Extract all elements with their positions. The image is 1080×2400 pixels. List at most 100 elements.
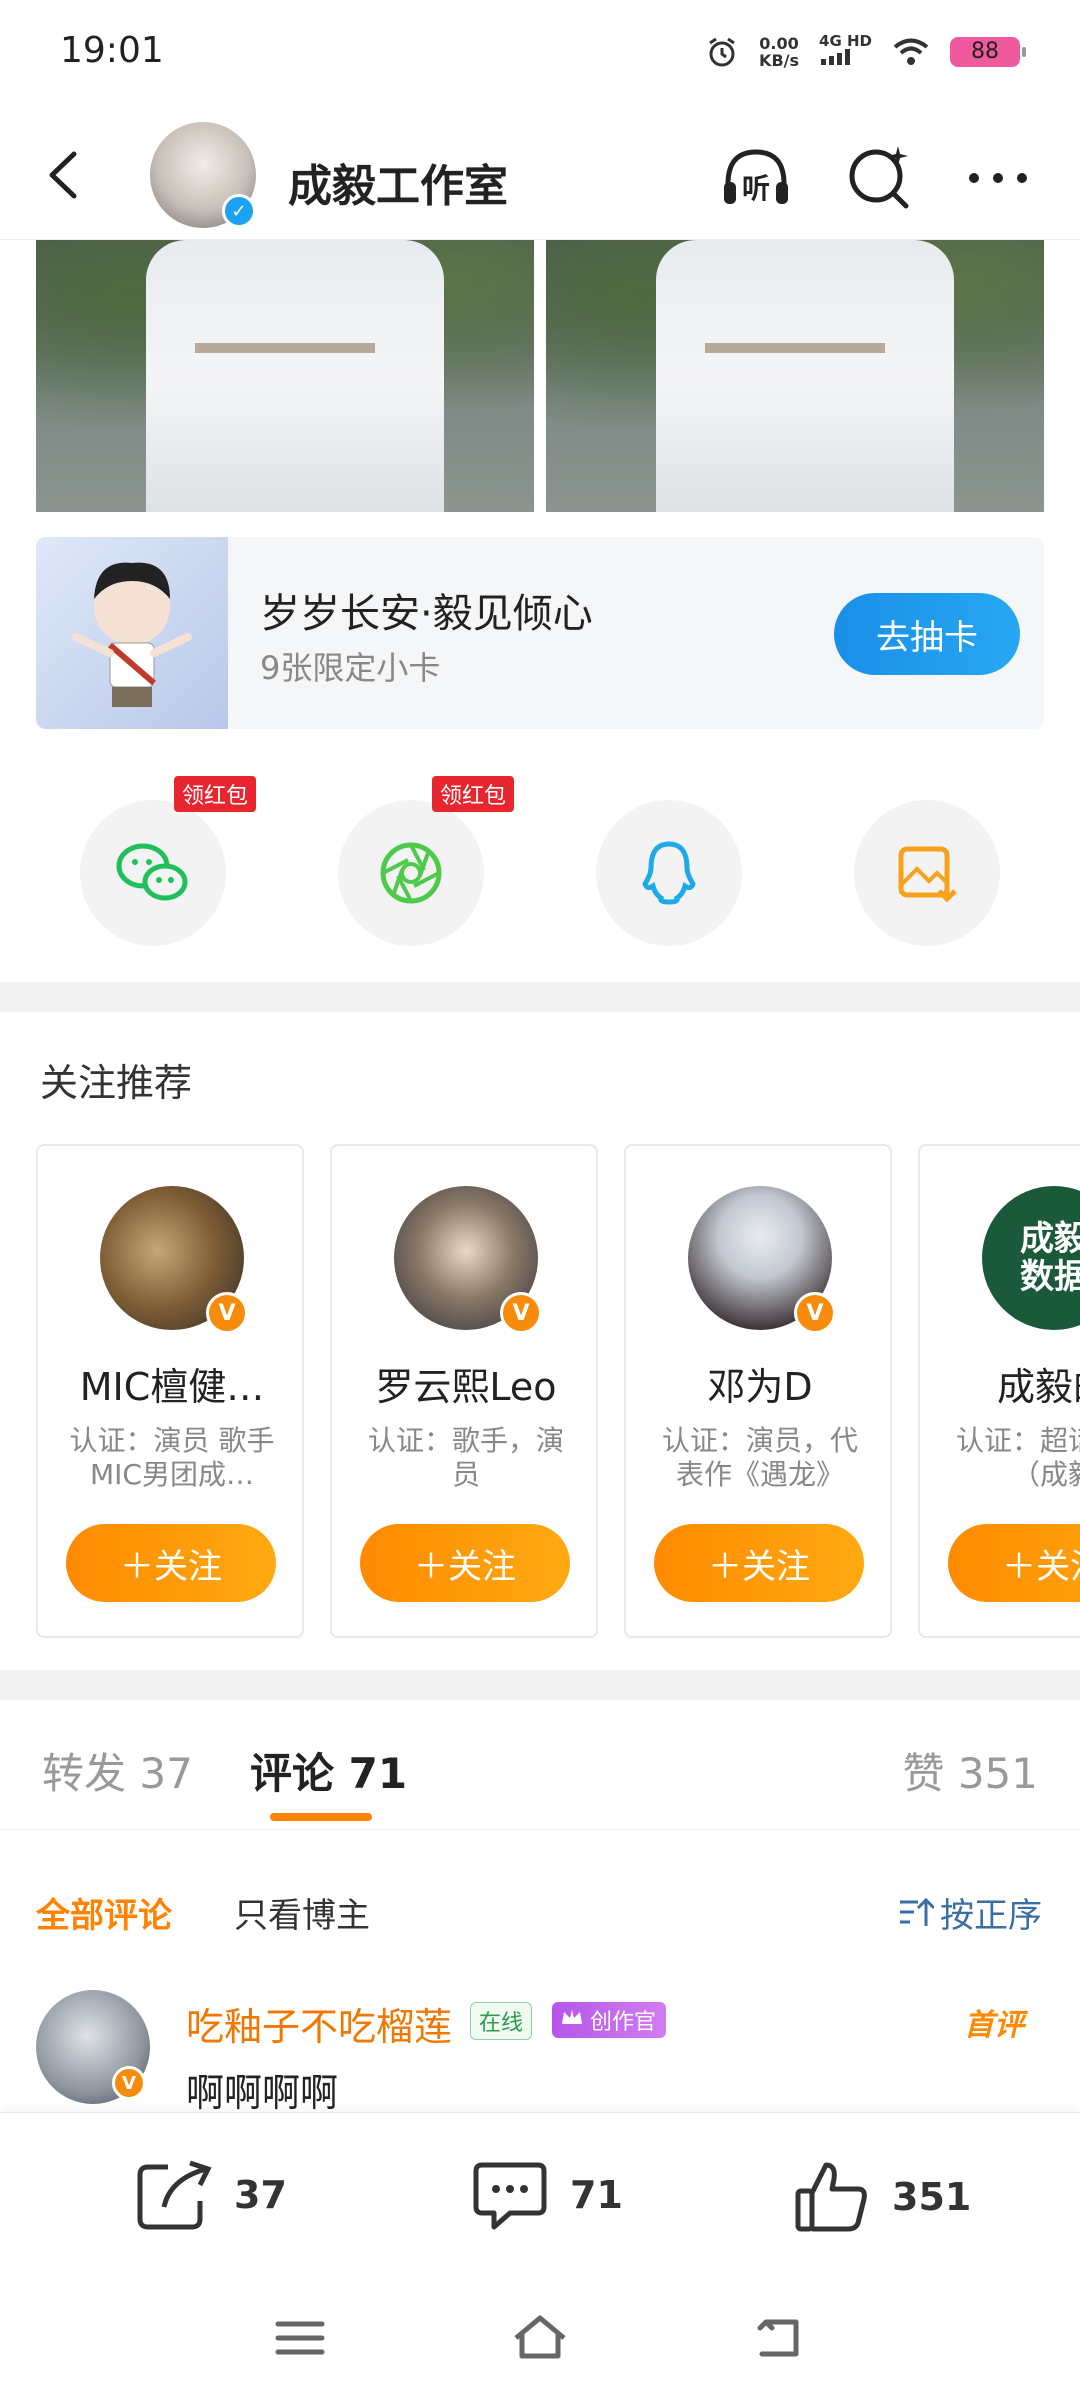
comment-action[interactable]: 71	[470, 2157, 623, 2233]
redpack-badge: 领红包	[431, 776, 514, 812]
recommend-desc: 认证：演员 歌手MIC男团成…	[69, 1424, 275, 1491]
status-bar: 19:01 0.00 KB/s 4G HD 88	[0, 0, 1080, 110]
back-button[interactable]	[30, 140, 100, 210]
net-speed-unit: KB/s	[759, 50, 800, 70]
signal-block: 4G HD	[819, 34, 872, 69]
post-image[interactable]	[36, 240, 534, 512]
comment-username[interactable]: 吃釉子不吃榴莲	[186, 1996, 452, 2051]
follow-button[interactable]: ＋关注	[654, 1524, 864, 1602]
creator-crown-icon	[562, 2010, 582, 2024]
net-speed-value: 0.00	[759, 33, 799, 53]
search-icon[interactable]	[840, 138, 920, 218]
share-icon	[137, 2160, 212, 2230]
battery-indicator: 88	[950, 36, 1026, 67]
sort-label: 按正序	[940, 1896, 1042, 1936]
net-type: 4G HD	[819, 32, 872, 50]
account-avatar[interactable]: ✓	[150, 122, 256, 228]
recommend-title: 关注推荐	[40, 1061, 193, 1105]
wifi-icon	[893, 38, 929, 65]
repost-count: 37	[234, 2173, 287, 2217]
back-nav-icon[interactable]	[750, 2308, 810, 2368]
recommend-card[interactable]: V MIC檀健… 认证：演员 歌手MIC男团成… ＋关注	[36, 1144, 304, 1638]
follow-button[interactable]: ＋关注	[360, 1524, 570, 1602]
status-icons: 0.00 KB/s 4G HD 88	[705, 34, 1026, 69]
recommend-name: 邓为D	[707, 1365, 813, 1409]
thumbs-up-icon	[795, 2162, 867, 2232]
image-download-icon	[898, 846, 957, 903]
redpack-badge: 领红包	[173, 776, 256, 812]
card-title: 岁岁长安·毅见倾心	[260, 591, 593, 637]
card-subtitle: 9张限定小卡	[260, 649, 441, 687]
avatar-logo-text: 成毅 数据	[1020, 1219, 1080, 1297]
card-thumbnail	[36, 537, 228, 729]
section-divider	[0, 1670, 1080, 1700]
wechat-icon	[116, 843, 188, 901]
tab-repost[interactable]: 转发 37	[42, 1740, 193, 1801]
online-badge: 在线	[470, 2002, 533, 2040]
comment-filter-row: 全部评论 只看博主 按正序	[0, 1880, 1080, 1950]
share-wechat[interactable]: 领红包	[80, 776, 256, 946]
recommend-name: 罗云熙Leo	[375, 1365, 557, 1409]
comment-count: 71	[570, 2173, 623, 2217]
recommend-card[interactable]: 成毅 数据 成毅的 认证：超话钻咖（成毅 ＋关注	[918, 1144, 1080, 1638]
draw-card-button[interactable]: 去抽卡	[834, 593, 1020, 675]
like-count: 351	[892, 2175, 972, 2219]
signal-icon	[821, 49, 851, 65]
recommend-name: 成毅的	[996, 1365, 1080, 1409]
verified-orange-badge-icon: V	[206, 1292, 248, 1334]
repost-action[interactable]: 37	[134, 2157, 287, 2233]
sort-icon	[900, 1897, 934, 1926]
top-header: ✓ 成毅工作室 听	[0, 110, 1080, 240]
filter-author-only[interactable]: 只看博主	[234, 1888, 370, 1937]
follow-button[interactable]: ＋关注	[948, 1524, 1080, 1602]
recommend-card[interactable]: V 邓为D 认证：演员，代表作《遇龙》 ＋关注	[624, 1144, 892, 1638]
listen-label: 听	[742, 172, 770, 205]
post-action-bar: 37 71 351	[0, 2112, 1080, 2272]
share-qq[interactable]	[596, 800, 742, 946]
card-draw-banner[interactable]: 岁岁长安·毅见倾心 9张限定小卡 去抽卡	[36, 537, 1044, 729]
follow-button[interactable]: ＋关注	[66, 1524, 276, 1602]
chibi-figure-icon	[72, 562, 192, 707]
first-comment-badge: 首评	[964, 2008, 1024, 2043]
post-tabs: 转发 37 评论 71 赞 351	[0, 1700, 1080, 1830]
share-moments[interactable]: 领红包	[338, 776, 514, 946]
like-action[interactable]: 351	[792, 2157, 971, 2237]
verified-orange-badge-icon: V	[500, 1292, 542, 1334]
avatar[interactable]: V	[36, 1990, 150, 2104]
post-image-row	[36, 240, 1044, 512]
recommend-desc: 认证：歌手，演员	[367, 1424, 564, 1491]
more-icon[interactable]	[958, 138, 1038, 218]
battery-level: 88	[971, 39, 999, 64]
recommend-card[interactable]: V 罗云熙Leo 认证：歌手，演员 ＋关注	[330, 1144, 598, 1638]
comment-text: 啊啊啊啊	[186, 2071, 339, 2110]
system-nav-bar	[0, 2272, 1080, 2400]
save-image[interactable]	[854, 800, 1000, 946]
tab-comment[interactable]: 评论 71	[250, 1740, 407, 1801]
moments-shutter-icon	[380, 842, 442, 904]
active-tab-indicator	[270, 1813, 372, 1821]
avatar: 成毅 数据	[982, 1186, 1080, 1330]
weibo-post-page: 19:01 0.00 KB/s 4G HD 88 ✓ 成毅工作室 听 岁岁长安·…	[0, 0, 1080, 2400]
verified-orange-badge-icon: V	[794, 1292, 836, 1334]
recommend-list: V MIC檀健… 认证：演员 歌手MIC男团成… ＋关注 V 罗云熙Leo 认证…	[36, 1144, 1080, 1640]
net-speed: 0.00 KB/s	[759, 35, 799, 69]
tab-like[interactable]: 赞 351	[902, 1740, 1038, 1801]
account-name[interactable]: 成毅工作室	[288, 150, 508, 214]
section-divider	[0, 982, 1080, 1012]
listen-headphone-icon[interactable]: 听	[716, 138, 796, 218]
sort-button[interactable]: 按正序	[898, 1888, 1042, 1937]
comment-bubble-icon	[473, 2162, 547, 2230]
recommend-name: MIC檀健…	[79, 1365, 265, 1409]
qq-icon	[642, 841, 696, 905]
home-icon[interactable]	[510, 2308, 570, 2368]
filter-all-comments[interactable]: 全部评论	[36, 1888, 172, 1937]
menu-icon[interactable]	[270, 2308, 330, 2368]
post-image[interactable]	[546, 240, 1044, 512]
creator-badge: 创作官	[552, 2002, 667, 2038]
alarm-icon	[709, 37, 735, 66]
comment-item[interactable]: V 吃釉子不吃榴莲 在线 创作官 首评 啊啊啊啊	[0, 1990, 1080, 2110]
recommend-desc: 认证：演员，代表作《遇龙》	[661, 1424, 858, 1491]
recommend-desc: 认证：超话钻咖（成毅	[955, 1424, 1080, 1491]
status-time: 19:01	[60, 30, 164, 71]
verified-blue-badge-icon: ✓	[222, 194, 256, 228]
